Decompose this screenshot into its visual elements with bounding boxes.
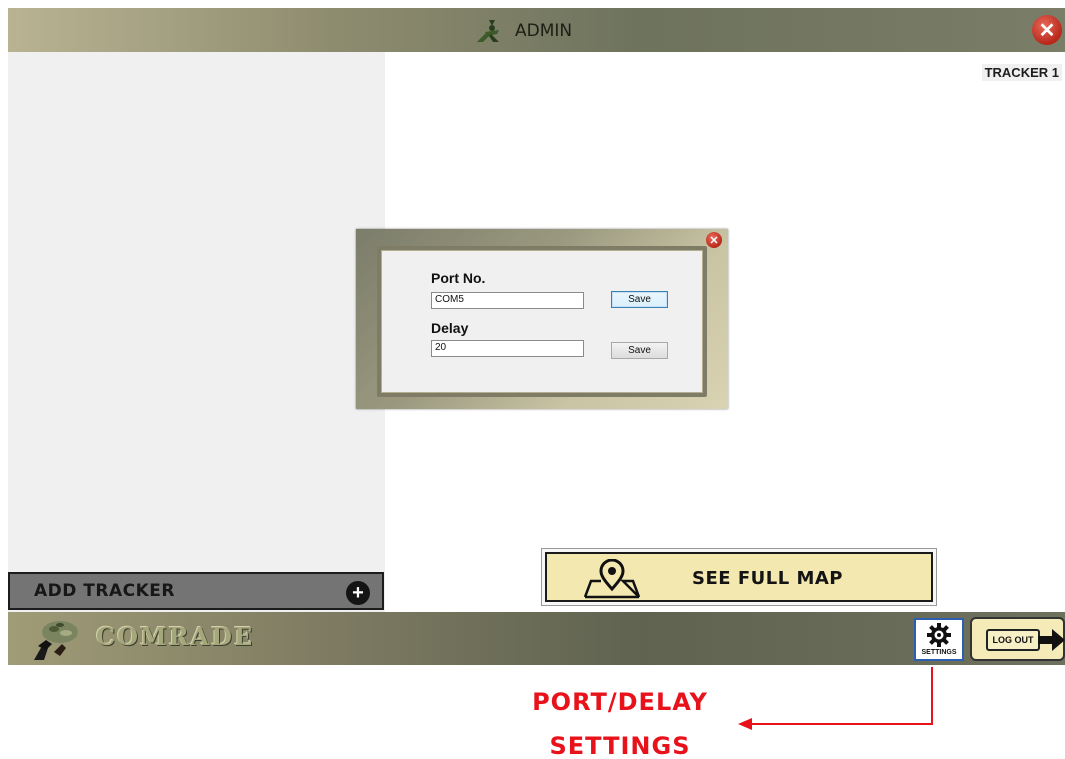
app-window: ADMIN ✕ ADD TRACKER + TRACKER 1 ✕ Port N…: [0, 0, 1065, 759]
brand-name: COMRADE: [96, 622, 255, 651]
soldier-logo-icon: [34, 621, 78, 660]
title-group: ADMIN: [473, 18, 572, 44]
logout-label: LOG OUT: [986, 629, 1040, 651]
annotation-line-vertical: [931, 667, 933, 724]
dialog-body: Port No. COM5 Save Delay 20 Save: [377, 246, 707, 397]
logout-button[interactable]: LOG OUT: [970, 617, 1065, 661]
map-pin-icon: [583, 559, 641, 599]
annotation-arrowhead: [738, 718, 752, 730]
exit-arrow-icon: [1038, 629, 1065, 651]
port-delay-dialog: ✕ Port No. COM5 Save Delay 20 Save: [356, 229, 728, 409]
footer-bar: COMRADE SETTINGS LOG OUT: [8, 612, 1065, 665]
delay-label: Delay: [431, 320, 469, 336]
annotation-line2: SETTINGS: [549, 732, 691, 759]
annotation-line1: PORT/DELAY: [532, 688, 708, 716]
add-tracker-label: ADD TRACKER: [34, 581, 175, 601]
tracker-label[interactable]: TRACKER 1: [981, 64, 1062, 81]
port-label: Port No.: [431, 270, 486, 286]
admin-soldier-icon: [477, 20, 499, 42]
title-bar: ADMIN ✕: [8, 8, 1065, 52]
annotation-line-horizontal: [750, 723, 933, 725]
see-full-map-label: SEE FULL MAP: [692, 568, 843, 589]
save-port-button[interactable]: Save: [611, 291, 668, 308]
see-full-map-face: SEE FULL MAP: [545, 552, 933, 602]
close-icon[interactable]: ✕: [706, 232, 722, 248]
see-full-map-button[interactable]: SEE FULL MAP: [541, 548, 937, 606]
page-title: ADMIN: [515, 21, 573, 41]
save-delay-button[interactable]: Save: [611, 342, 668, 359]
gear-icon: [927, 623, 951, 647]
close-icon[interactable]: ✕: [1032, 15, 1062, 45]
settings-button[interactable]: SETTINGS: [914, 618, 964, 661]
add-tracker-button[interactable]: ADD TRACKER +: [8, 572, 384, 610]
tracker-list-panel: [8, 52, 385, 612]
delay-input[interactable]: 20: [431, 340, 584, 357]
settings-label: SETTINGS: [921, 649, 957, 656]
port-input[interactable]: COM5: [431, 292, 584, 309]
plus-icon[interactable]: +: [346, 581, 370, 605]
